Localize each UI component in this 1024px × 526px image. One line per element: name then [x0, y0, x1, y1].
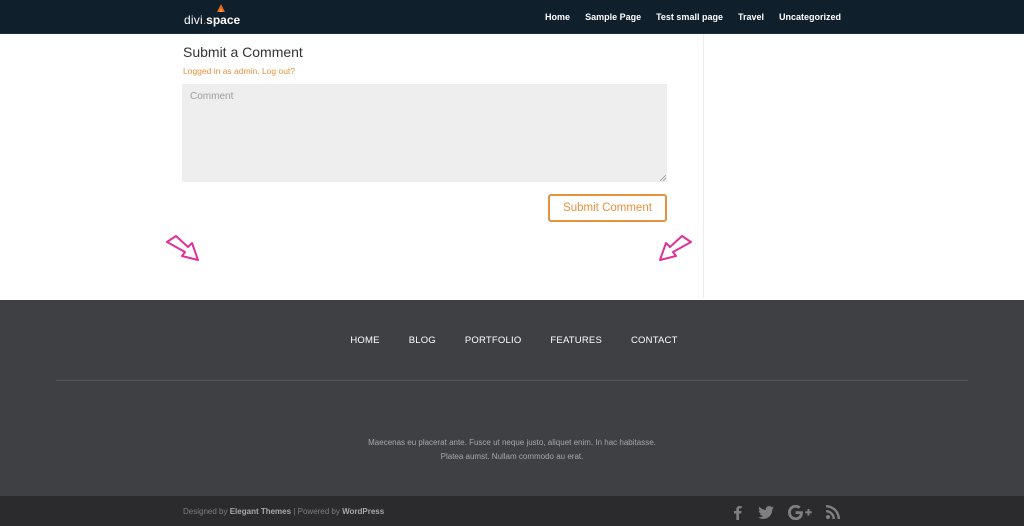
sidebar-divider — [703, 34, 704, 298]
resize-grip-icon[interactable] — [660, 175, 666, 181]
annotation-arrow-down-right-icon — [166, 235, 199, 261]
footer-credits: Designed by Elegant Themes | Powered by … — [183, 507, 384, 516]
footer-nav-home[interactable]: HOME — [350, 335, 379, 346]
footer-nav-blog[interactable]: BLOG — [409, 335, 436, 346]
footer-text-line-1: Maecenas eu placerat ante. Fusce ut nequ… — [368, 438, 656, 447]
footer-divider — [56, 380, 968, 381]
comment-textarea[interactable] — [182, 84, 667, 182]
powered-by-prefix: Powered by — [297, 507, 340, 516]
footer-nav-features[interactable]: FEATURES — [550, 335, 602, 346]
designed-by-prefix: Designed by — [183, 507, 228, 516]
bottom-bar: Designed by Elegant Themes | Powered by … — [0, 496, 1024, 526]
footer-nav: HOME BLOG PORTFOLIO FEATURES CONTACT — [0, 335, 1024, 346]
twitter-icon[interactable] — [756, 503, 776, 521]
footer-text-line-2: Platea aumst. Nullam commodo au erat. — [440, 452, 584, 461]
logged-in-as-link[interactable]: Logged in as admin. — [183, 66, 260, 76]
comment-form-title: Submit a Comment — [183, 44, 303, 60]
site-logo[interactable]: divi . space — [184, 4, 241, 27]
main-content: Submit a Comment Logged in as admin. Log… — [0, 34, 1024, 300]
submit-comment-button[interactable]: Submit Comment — [548, 194, 667, 222]
footer-nav-portfolio[interactable]: PORTFOLIO — [465, 335, 522, 346]
credits-separator: | — [293, 507, 296, 516]
annotation-arrow-down-left-icon — [659, 235, 692, 261]
main-nav: Home Sample Page Test small page Travel … — [545, 12, 841, 22]
logged-in-notice: Logged in as admin. Log out? — [183, 66, 295, 76]
footer-nav-contact[interactable]: CONTACT — [631, 335, 678, 346]
nav-item-home[interactable]: Home — [545, 12, 570, 22]
nav-item-test-small-page[interactable]: Test small page — [656, 12, 723, 22]
logo-text-space: space — [206, 13, 241, 27]
nav-item-uncategorized[interactable]: Uncategorized — [779, 12, 841, 22]
footer: HOME BLOG PORTFOLIO FEATURES CONTACT Mae… — [0, 300, 1024, 496]
logo-flame-icon — [217, 4, 225, 12]
logo-text-divi: divi — [184, 13, 203, 27]
footer-text: Maecenas eu placerat ante. Fusce ut nequ… — [0, 436, 1024, 464]
wordpress-link[interactable]: WordPress — [342, 507, 384, 516]
elegant-themes-link[interactable]: Elegant Themes — [230, 507, 291, 516]
logout-link[interactable]: Log out? — [262, 66, 295, 76]
facebook-icon[interactable] — [727, 503, 747, 521]
google-plus-icon[interactable] — [787, 503, 813, 521]
nav-item-sample-page[interactable]: Sample Page — [585, 12, 641, 22]
rss-icon[interactable] — [823, 503, 843, 521]
nav-item-travel[interactable]: Travel — [738, 12, 764, 22]
top-navbar: divi . space Home Sample Page Test small… — [0, 0, 1024, 34]
